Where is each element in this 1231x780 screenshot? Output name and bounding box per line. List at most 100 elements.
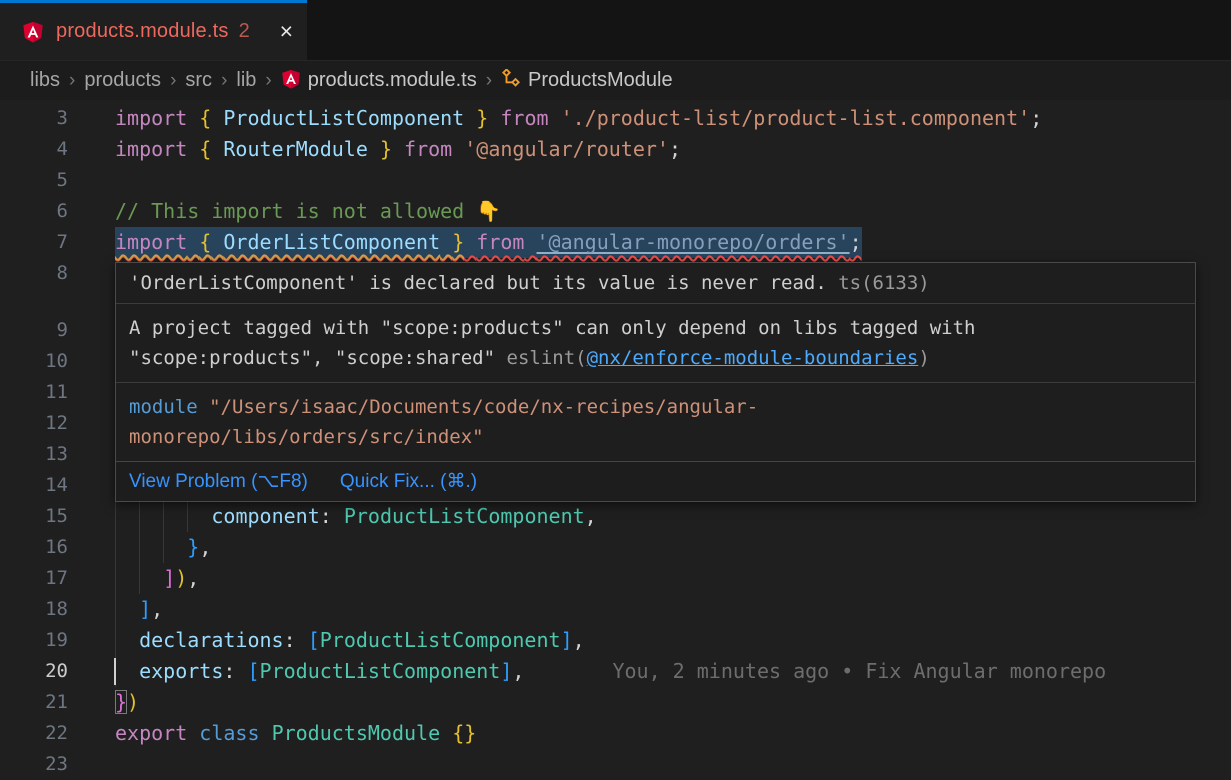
line-number[interactable]: 8 xyxy=(0,258,68,289)
line-number[interactable]: 11 xyxy=(0,377,68,408)
code-line-content[interactable]: exports: [ProductListComponent],You, 2 m… xyxy=(115,656,1106,687)
syntax-token xyxy=(211,230,223,254)
syntax-token: ProductListComponent xyxy=(223,106,464,130)
line-number[interactable]: 21 xyxy=(0,687,68,718)
syntax-token: // This import is not allowed xyxy=(115,199,476,223)
indent-guide xyxy=(115,532,139,563)
line-number[interactable]: 17 xyxy=(0,563,68,594)
code-line-content[interactable]: // This import is not allowed 👇 xyxy=(115,196,501,227)
syntax-token: '@angular/router' xyxy=(464,137,669,161)
code-line-4[interactable]: 4 import { RouterModule } from '@angular/… xyxy=(0,134,1231,165)
tab-title: products.module.ts xyxy=(56,20,229,43)
code-line-7[interactable]: 7 import { OrderListComponent } from '@an… xyxy=(0,227,1231,258)
line-number[interactable]: 14 xyxy=(0,470,68,501)
syntax-token: from xyxy=(476,230,524,254)
chevron-right-icon: › xyxy=(486,70,492,92)
breadcrumb-item-products[interactable]: products xyxy=(84,69,161,92)
syntax-token xyxy=(260,721,272,745)
syntax-token xyxy=(488,106,500,130)
syntax-token: from xyxy=(404,137,452,161)
code-line-6[interactable]: 6 // This import is not allowed 👇 xyxy=(0,196,1231,227)
syntax-token: , xyxy=(585,504,597,528)
code-line-15[interactable]: 15 component: ProductListComponent, xyxy=(0,501,1231,532)
line-number[interactable]: 10 xyxy=(0,346,68,377)
syntax-token: exports xyxy=(139,659,223,683)
code-line-20[interactable]: 20 exports: [ProductListComponent],You, 2… xyxy=(0,656,1231,687)
code-line-19[interactable]: 19 declarations: [ProductListComponent], xyxy=(0,625,1231,656)
code-line-content[interactable]: }) xyxy=(115,687,139,718)
code-line-content[interactable]: component: ProductListComponent, xyxy=(115,501,597,532)
syntax-token: ; xyxy=(850,230,862,254)
code-line-17[interactable]: 17]), xyxy=(0,563,1231,594)
eslint-rule-link[interactable]: @nx/enforce-module-boundaries xyxy=(587,347,919,369)
module-path-line1: "/Users/isaac/Documents/code/nx-recipes/… xyxy=(209,396,758,418)
syntax-token: [ xyxy=(308,628,320,652)
line-number[interactable]: 22 xyxy=(0,718,68,749)
code-line-3[interactable]: 3 import { ProductListComponent } from '.… xyxy=(0,103,1231,134)
code-line-content[interactable]: import { OrderListComponent } from '@ang… xyxy=(115,227,862,258)
syntax-token xyxy=(187,137,199,161)
syntax-token xyxy=(392,137,404,161)
code-line-22[interactable]: 22 export class ProductsModule {} xyxy=(0,718,1231,749)
indent-guide xyxy=(115,501,139,532)
syntax-token: , xyxy=(573,628,585,652)
vscode-editor-window: products.module.ts 2 × libs › products ›… xyxy=(0,0,1231,780)
eslint-source-suffix: ) xyxy=(918,347,929,369)
code-line-content[interactable]: import { RouterModule } from '@angular/r… xyxy=(115,134,681,165)
breadcrumb-item-lib[interactable]: lib xyxy=(236,69,256,92)
syntax-token xyxy=(368,137,380,161)
tab-problem-badge: 2 xyxy=(239,20,250,43)
class-symbol-icon xyxy=(501,69,521,89)
syntax-token: } xyxy=(187,535,199,559)
close-icon[interactable]: × xyxy=(280,20,293,43)
module-path-block: module "/Users/isaac/Documents/code/nx-r… xyxy=(116,382,1195,461)
code-line-content[interactable]: import { ProductListComponent } from './… xyxy=(115,103,1042,134)
indent-guide xyxy=(115,625,139,656)
view-problem-action[interactable]: View Problem (⌥F8) xyxy=(129,470,308,493)
line-number[interactable]: 20 xyxy=(0,656,68,687)
quick-fix-action[interactable]: Quick Fix... (⌘.) xyxy=(340,470,477,493)
syntax-token: OrderListComponent xyxy=(223,230,440,254)
line-number[interactable]: 12 xyxy=(0,408,68,439)
code-line-content[interactable]: }, xyxy=(115,532,211,563)
code-line-content[interactable]: ], xyxy=(115,594,163,625)
code-line-content[interactable]: export class ProductsModule {} xyxy=(115,718,476,749)
syntax-token: ProductsModule xyxy=(272,721,441,745)
indent-guide xyxy=(115,563,139,594)
syntax-token: ] xyxy=(139,597,151,621)
code-line-5[interactable]: 5 xyxy=(0,165,1231,196)
line-number[interactable]: 3 xyxy=(0,103,68,134)
line-number[interactable]: 13 xyxy=(0,439,68,470)
code-editor[interactable]: 3 import { ProductListComponent } from '.… xyxy=(0,100,1231,780)
syntax-token: } xyxy=(452,230,464,254)
breadcrumb-item-file[interactable]: products.module.ts xyxy=(281,69,477,92)
code-line-16[interactable]: 16}, xyxy=(0,532,1231,563)
syntax-token xyxy=(211,106,223,130)
line-number[interactable]: 23 xyxy=(0,749,68,780)
code-line-21[interactable]: 21}) xyxy=(0,687,1231,718)
tab-products-module[interactable]: products.module.ts 2 × xyxy=(0,0,307,60)
line-number[interactable]: 15 xyxy=(0,501,68,532)
diagnostic-message-text: 'OrderListComponent' is declared but its… xyxy=(129,272,827,294)
code-line-content[interactable]: declarations: [ProductListComponent], xyxy=(115,625,585,656)
syntax-token: ] xyxy=(561,628,573,652)
line-number[interactable]: 18 xyxy=(0,594,68,625)
breadcrumb-item-symbol[interactable]: ProductsModule xyxy=(501,69,673,92)
code-line-18[interactable]: 18], xyxy=(0,594,1231,625)
code-line-23[interactable]: 23 xyxy=(0,749,1231,780)
line-number[interactable]: 16 xyxy=(0,532,68,563)
line-number[interactable]: 6 xyxy=(0,196,68,227)
breadcrumb-item-libs[interactable]: libs xyxy=(30,69,60,92)
angular-icon xyxy=(22,21,44,43)
line-number[interactable]: 9 xyxy=(0,315,68,346)
line-number[interactable]: 5 xyxy=(0,165,68,196)
line-number[interactable]: 19 xyxy=(0,625,68,656)
code-line-content[interactable]: ]), xyxy=(115,563,199,594)
text-cursor xyxy=(114,658,116,685)
syntax-token: ] xyxy=(163,566,175,590)
syntax-token: } xyxy=(115,690,127,714)
angular-icon xyxy=(281,69,301,89)
line-number[interactable]: 4 xyxy=(0,134,68,165)
line-number[interactable]: 7 xyxy=(0,227,68,258)
breadcrumb-item-src[interactable]: src xyxy=(185,69,212,92)
